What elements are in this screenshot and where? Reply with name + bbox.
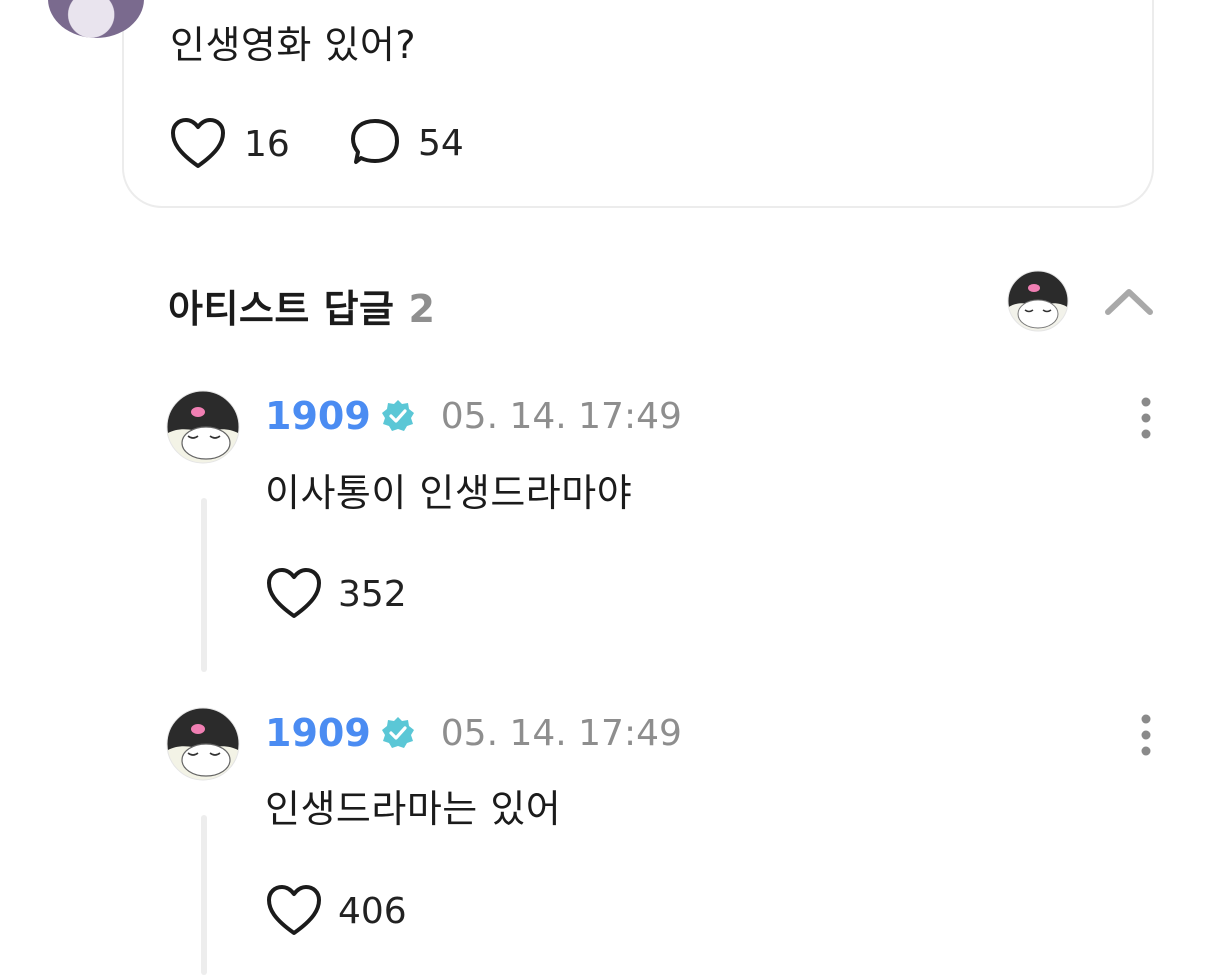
reply-text: 이사통이 인생드라마야 (265, 471, 633, 515)
post-like-button[interactable]: 16 (170, 118, 290, 170)
reply-meta: 1909 05. 14. 17:49 (265, 394, 682, 438)
reply-author[interactable]: 1909 (265, 394, 371, 438)
post-comment-count: 54 (418, 122, 464, 164)
heart-icon (267, 568, 321, 618)
reply-meta: 1909 05. 14. 17:49 (265, 711, 682, 755)
verified-badge-icon (381, 717, 414, 748)
more-options-icon[interactable] (1139, 713, 1153, 757)
comment-bubble-icon (351, 119, 399, 164)
thread-line (201, 815, 207, 975)
reply-like-count: 352 (338, 573, 407, 615)
post-comment-button[interactable]: 54 (350, 118, 464, 168)
more-options-icon[interactable] (1139, 396, 1153, 440)
reply-like-count: 406 (338, 890, 407, 932)
heart-icon (267, 885, 321, 935)
reply-author[interactable]: 1909 (265, 711, 371, 755)
reply-timestamp: 05. 14. 17:49 (440, 712, 682, 754)
post-like-count: 16 (244, 123, 290, 165)
artist-avatar[interactable] (1007, 270, 1069, 332)
reply-text: 인생드라마는 있어 (265, 787, 562, 831)
heart-icon (171, 118, 225, 168)
collapse-chevron-up-icon[interactable] (1104, 284, 1154, 318)
reply-like-button[interactable]: 352 (266, 568, 407, 620)
artist-replies-count: 2 (408, 287, 436, 331)
reply-timestamp: 05. 14. 17:49 (440, 395, 682, 437)
artist-replies-title: 아티스트 답글 (168, 287, 395, 331)
reply-like-button[interactable]: 406 (266, 885, 407, 937)
artist-replies-header: 아티스트 답글 2 (168, 278, 435, 333)
post-text: 인생영화 있어? (170, 23, 417, 67)
verified-badge-icon (381, 400, 414, 431)
thread-line (201, 498, 207, 672)
reply-avatar[interactable] (166, 390, 240, 464)
reply-avatar[interactable] (166, 707, 240, 781)
